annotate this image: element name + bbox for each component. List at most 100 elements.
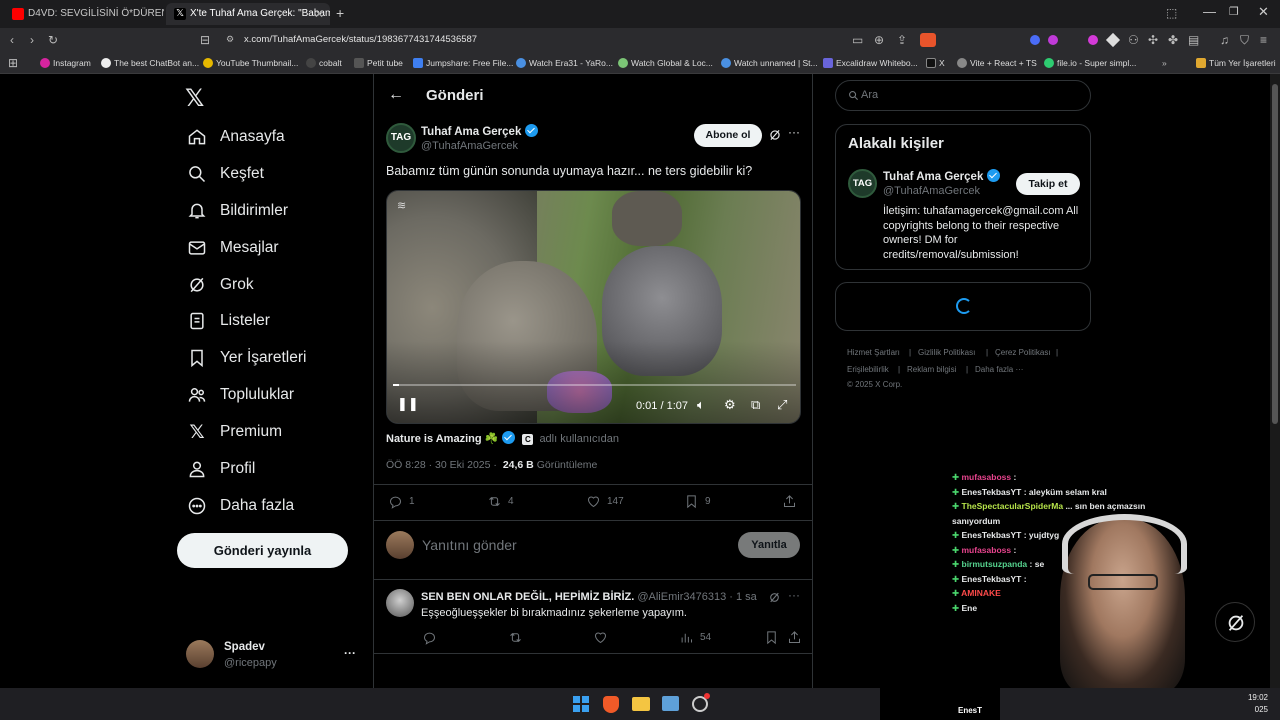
- file-explorer-icon[interactable]: [632, 697, 650, 711]
- bookmark-chatbot[interactable]: The best ChatBot an...: [101, 52, 199, 74]
- more-bookmarks-icon[interactable]: »: [1162, 52, 1167, 74]
- sidebar-item-lists[interactable]: Listeler: [186, 306, 270, 336]
- bookmark-watch-era31[interactable]: Watch Era31 - YaRo...: [516, 52, 613, 74]
- reply-action[interactable]: [422, 630, 443, 645]
- follow-button[interactable]: Takip et: [1016, 173, 1080, 195]
- sidebar-item-premium[interactable]: 𝕏 Premium: [186, 417, 282, 447]
- share-action[interactable]: [782, 494, 803, 509]
- sidebar-item-communities[interactable]: Topluluklar: [186, 380, 294, 410]
- cast-icon[interactable]: ▭: [852, 28, 863, 52]
- reply-button[interactable]: Yanıtla: [738, 532, 800, 558]
- sidebar-item-explore[interactable]: Keşfet: [186, 159, 264, 189]
- bookmark-action[interactable]: 9: [684, 494, 711, 509]
- search-input[interactable]: Ara: [861, 89, 878, 101]
- reply-action[interactable]: 1: [388, 494, 415, 509]
- grok-icon[interactable]: [768, 591, 781, 609]
- like-action[interactable]: [593, 630, 614, 645]
- reload-icon[interactable]: ↻: [48, 28, 58, 52]
- bookmark-jumpshare[interactable]: Jumpshare: Free File...: [413, 52, 513, 74]
- reply-input[interactable]: Yanıtını gönder: [422, 537, 517, 553]
- settings-icon[interactable]: ⚙: [724, 397, 736, 413]
- browser-tab-youtube[interactable]: D4VD: SEVGİLİSİNİ Ö*DÜREN ŞARKIC: [4, 3, 164, 25]
- bookmark-fileio[interactable]: file.io - Super simpl...: [1044, 52, 1136, 74]
- fullscreen-icon[interactable]: ⤢: [777, 397, 787, 413]
- close-icon[interactable]: ✕: [314, 3, 324, 25]
- related-handle[interactable]: @TuhafAmaGercek: [883, 185, 980, 197]
- video-progress-track[interactable]: [393, 384, 796, 386]
- footer-terms[interactable]: Hizmet Şartları: [847, 348, 900, 357]
- reply-author-name[interactable]: SEN BEN ONLAR DEĞİL, HEPİMİZ BİRİZ.: [421, 591, 634, 603]
- reply-author-handle[interactable]: @AliEmir3476313 · 1 sa: [637, 591, 756, 603]
- scrollbar[interactable]: [1270, 74, 1280, 688]
- back-icon[interactable]: ‹: [10, 28, 14, 52]
- extension-icon[interactable]: [1088, 35, 1098, 45]
- taskbar-app-icon[interactable]: [662, 696, 679, 711]
- related-name[interactable]: Tuhaf Ama Gerçek: [883, 169, 1001, 183]
- new-tab-icon[interactable]: +: [336, 5, 344, 21]
- bookmark-all[interactable]: Tüm Yer İşaretleri: [1196, 52, 1276, 74]
- grok-floating-button[interactable]: [1215, 602, 1255, 642]
- back-arrow-icon[interactable]: ←: [388, 86, 404, 104]
- author-name[interactable]: Tuhaf Ama Gerçek: [421, 124, 539, 138]
- repost-action[interactable]: 4: [487, 494, 514, 509]
- related-avatar[interactable]: TAG: [848, 169, 877, 198]
- bookmark-action[interactable]: [764, 630, 785, 645]
- account-more-icon[interactable]: ···: [344, 646, 356, 660]
- sidebar-item-notifications[interactable]: Bildirimler: [186, 196, 288, 226]
- footer-accessibility[interactable]: Erişilebilirlik: [847, 365, 889, 374]
- site-info-icon[interactable]: ⚙: [226, 34, 234, 45]
- more-options-icon[interactable]: ···: [788, 125, 800, 139]
- date[interactable]: 025: [1236, 705, 1268, 714]
- bookmark-youtube-thumbnail[interactable]: YouTube Thumbnail...: [203, 52, 298, 74]
- tweet-timestamp[interactable]: ÖÖ 8:28 · 30 Eki 2025 ·: [386, 459, 497, 471]
- share-action[interactable]: [787, 630, 808, 645]
- brave-browser-icon[interactable]: [603, 696, 619, 713]
- bookmark-vite[interactable]: Vite + React + TS: [957, 52, 1037, 74]
- extension-icon[interactable]: [1105, 32, 1121, 48]
- pause-icon[interactable]: ❚❚: [397, 396, 419, 412]
- browser-tab-x[interactable]: 𝕏 X'te Tuhaf Ama Gerçek: "Babamı ✕: [166, 3, 330, 25]
- post-button[interactable]: Gönderi yayınla: [177, 533, 348, 568]
- footer-cookies[interactable]: Çerez Politikası: [995, 348, 1051, 357]
- windows-start-icon[interactable]: [573, 696, 589, 712]
- address-bar[interactable]: ⚙ x.com/TuhafAmaGercek/status/1983677431…: [218, 31, 938, 49]
- like-action[interactable]: 147: [586, 494, 624, 509]
- bookmark-petit-tube[interactable]: Petit tube: [354, 52, 403, 74]
- brave-shield-icon[interactable]: [920, 33, 936, 47]
- sidebar-icon[interactable]: ▤: [1188, 28, 1199, 52]
- bookmark-page-icon[interactable]: ⊟: [200, 28, 210, 52]
- bookmark-watch-unnamed[interactable]: Watch unnamed | St...: [721, 52, 818, 74]
- menu-icon[interactable]: ≡: [1260, 28, 1267, 52]
- shield-icon[interactable]: ⛉: [1240, 28, 1249, 52]
- footer-ads-info[interactable]: Reklam bilgisi: [907, 365, 956, 374]
- sidebar-item-messages[interactable]: Mesajlar: [186, 233, 279, 263]
- extension-icon[interactable]: ⚇: [1128, 28, 1139, 52]
- author-handle[interactable]: @TuhafAmaGercek: [421, 140, 518, 152]
- extensions-icon[interactable]: ⬚: [1166, 6, 1177, 20]
- search-box[interactable]: Ara: [835, 80, 1091, 111]
- extension-icon[interactable]: [1030, 35, 1040, 45]
- author-avatar[interactable]: TAG: [386, 123, 416, 153]
- share-icon[interactable]: ⇪: [897, 28, 907, 52]
- minimize-icon[interactable]: —: [1203, 4, 1216, 19]
- maximize-icon[interactable]: ❐: [1229, 5, 1239, 18]
- avatar[interactable]: [186, 640, 214, 668]
- clock[interactable]: 19:02: [1236, 693, 1268, 702]
- volume-icon[interactable]: 🔈︎: [697, 397, 705, 413]
- pip-icon[interactable]: ⧉: [751, 397, 760, 413]
- video-player[interactable]: ≋ ❚❚ 0:01 / 1:07 🔈︎ ⚙ ⧉ ⤢: [386, 190, 801, 424]
- url-text[interactable]: x.com/TuhafAmaGercek/status/198367743174…: [244, 34, 477, 45]
- window-close-icon[interactable]: ✕: [1258, 4, 1269, 20]
- sidebar-item-bookmarks[interactable]: Yer İşaretleri: [186, 343, 306, 373]
- zoom-icon[interactable]: ⊕: [874, 28, 884, 52]
- extension-icon[interactable]: [1048, 35, 1058, 45]
- sidebar-item-more[interactable]: Daha fazla: [186, 491, 294, 521]
- sidebar-item-home[interactable]: Anasayfa: [186, 122, 285, 152]
- bookmark-instagram[interactable]: Instagram: [40, 52, 91, 74]
- video-source[interactable]: Nature is Amazing ☘️ C adlı kullanıcıdan: [386, 431, 619, 445]
- footer-more[interactable]: Daha fazla ···: [975, 365, 1023, 374]
- music-icon[interactable]: ♫: [1220, 28, 1229, 52]
- grok-icon[interactable]: [768, 128, 782, 147]
- forward-icon[interactable]: ›: [30, 28, 34, 52]
- apps-icon[interactable]: ⊞: [8, 51, 18, 75]
